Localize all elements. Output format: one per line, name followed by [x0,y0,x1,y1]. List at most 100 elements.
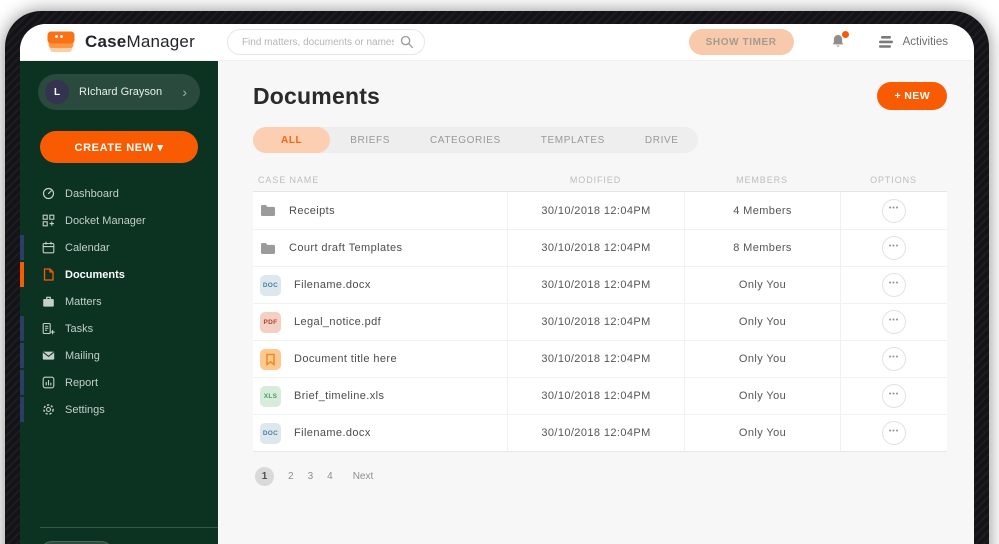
brand-logo: CaseManager [46,29,195,55]
case-name: Brief_timeline.xls [294,390,385,402]
table-row[interactable]: DOC Filename.docx 30/10/2018 12:04PM Onl… [253,266,947,303]
case-name: Document title here [294,353,397,365]
briefcase-icon [43,296,54,307]
case-name: Receipts [289,204,335,217]
sidebar-footer: Get Help Terms . Privacy [20,527,218,544]
documents-icon [43,268,54,281]
app-window: CaseManager SHOW TIMER [20,24,974,544]
user-avatar: L [45,80,69,104]
column-header-case-name: CASE NAME [258,174,320,185]
sidebar-item-label: Calendar [65,241,110,254]
doc-file-icon: DOC [260,422,281,444]
activities-button[interactable]: Activities [878,35,948,49]
case-name: Court draft Templates [289,242,403,254]
table-row[interactable]: PDF Legal_notice.pdf 30/10/2018 12:04PM … [253,303,947,340]
sidebar-item-report[interactable]: Report [20,369,218,396]
table-row[interactable]: Receipts 30/10/2018 12:04PM 4 Members ••… [253,192,947,229]
table-row[interactable]: Court draft Templates 30/10/2018 12:04PM… [253,229,947,266]
gear-icon [43,404,54,415]
pagination: 1 2 3 4 Next [255,467,974,486]
sidebar-item-settings[interactable]: Settings [20,396,218,423]
search-box [226,29,425,55]
options-button[interactable]: ••• [882,384,906,408]
sidebar-item-matters[interactable]: Matters [20,288,218,315]
brand-name: CaseManager [85,32,195,52]
modified-date: 30/10/2018 12:04PM [507,230,684,266]
sidebar-item-label: Matters [65,295,102,308]
sidebar-nav: Dashboard Docket Manager Calendar Docume… [20,180,218,423]
documents-table: CASE NAME MODIFIED MEMBERS OPTIONS Recei… [253,168,947,452]
sidebar-item-docket-manager[interactable]: Docket Manager [20,207,218,234]
table-header: CASE NAME MODIFIED MEMBERS OPTIONS [253,168,947,191]
column-header-modified: MODIFIED [569,174,622,185]
tab-categories[interactable]: CATEGORIES [410,127,521,153]
column-header-options: OPTIONS [870,174,917,185]
sidebar-item-mailing[interactable]: Mailing [20,342,218,369]
topbar-right: SHOW TIMER Activities [688,29,948,55]
page-3-button[interactable]: 3 [308,471,314,482]
modified-date: 30/10/2018 12:04PM [507,192,684,229]
page-1-button[interactable]: 1 [255,467,274,486]
notification-dot [841,31,849,38]
casemanager-logo-icon [47,31,75,52]
next-page-button[interactable]: Next [353,471,374,482]
document-tabs: ALL BRIEFS CATEGORIES TEMPLATES DRIVE [253,127,699,153]
show-timer-button[interactable]: SHOW TIMER [688,29,794,55]
bookmark-icon [260,348,281,370]
options-button[interactable]: ••• [882,198,906,223]
page-4-button[interactable]: 4 [327,471,333,482]
notifications-bell-icon[interactable] [830,31,849,51]
case-name: Filename.docx [294,427,371,439]
user-profile[interactable]: L RIchard Grayson › [38,74,200,110]
options-button[interactable]: ••• [882,236,906,260]
case-name: Legal_notice.pdf [294,316,382,328]
brand-bold: Case [85,32,127,51]
search-input[interactable] [226,29,425,55]
top-bar: CaseManager SHOW TIMER [20,24,974,61]
new-document-button[interactable]: + NEW [877,82,947,110]
device-frame: CaseManager SHOW TIMER [5,11,989,544]
main-content: Documents + NEW ALL BRIEFS CATEGORIES TE… [218,61,974,544]
case-name: Filename.docx [294,279,371,291]
brand-regular: Manager [126,32,195,51]
options-button[interactable]: ••• [882,347,906,371]
sidebar-item-tasks[interactable]: Tasks [20,315,218,342]
table-row[interactable]: Document title here 30/10/2018 12:04PM O… [253,340,947,377]
sidebar-item-label: Documents [65,268,125,281]
table-row[interactable]: DOC Filename.docx 30/10/2018 12:04PM Onl… [253,414,947,451]
dashboard-icon [42,187,55,200]
tab-all[interactable]: ALL [253,127,331,153]
members: Only You [684,304,840,340]
options-button[interactable]: ••• [882,310,906,334]
members: 8 Members [684,230,840,266]
modified-date: 30/10/2018 12:04PM [507,267,684,303]
folder-icon [261,205,275,216]
sidebar-item-documents[interactable]: Documents [20,261,218,288]
chevron-right-icon: › [182,84,187,100]
sidebar-item-label: Report [65,376,99,389]
tab-drive[interactable]: DRIVE [625,127,699,153]
sidebar-item-label: Docket Manager [65,214,146,227]
tab-templates[interactable]: TEMPLATES [521,127,625,153]
page: CaseManager SHOW TIMER [0,0,999,544]
options-button[interactable]: ••• [882,421,906,445]
report-icon [42,376,55,389]
modified-date: 30/10/2018 12:04PM [507,341,684,377]
page-title: Documents [253,82,381,109]
members: Only You [684,378,840,414]
xls-file-icon: XLS [260,385,281,407]
tab-briefs[interactable]: BRIEFS [330,127,410,153]
footer-divider [40,527,218,528]
tasks-icon [42,322,55,335]
modified-date: 30/10/2018 12:04PM [507,304,684,340]
sidebar-item-calendar[interactable]: Calendar [20,234,218,261]
sidebar: L RIchard Grayson › CREATE NEW ▾ Dashboa… [20,61,218,544]
create-new-button[interactable]: CREATE NEW ▾ [40,131,198,163]
options-button[interactable]: ••• [882,273,906,297]
sidebar-item-dashboard[interactable]: Dashboard [20,180,218,207]
sidebar-item-label: Dashboard [65,187,119,200]
pdf-file-icon: PDF [260,311,281,333]
page-2-button[interactable]: 2 [288,471,294,482]
doc-file-icon: DOC [260,274,281,296]
table-row[interactable]: XLS Brief_timeline.xls 30/10/2018 12:04P… [253,377,947,414]
